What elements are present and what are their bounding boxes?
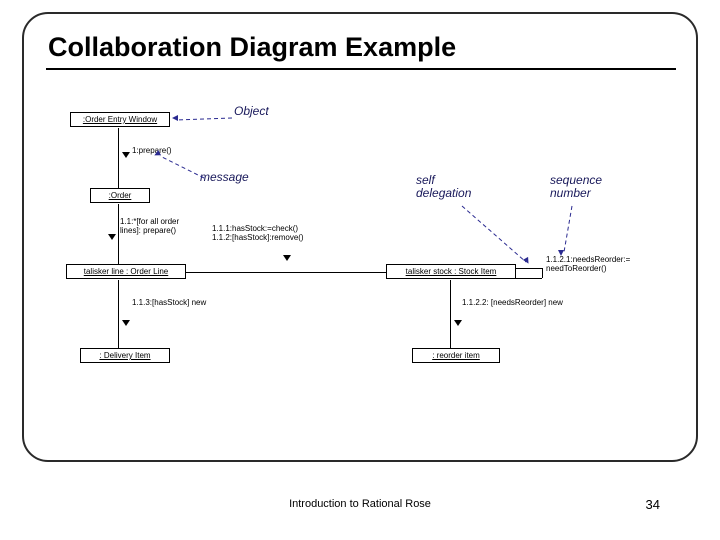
link-reorder — [450, 280, 451, 348]
link-delivery — [118, 280, 119, 348]
object-reorder-item: : reorder item — [412, 348, 500, 363]
arrowhead-reorder — [454, 320, 462, 326]
dashed-arrow-selfdel — [460, 204, 530, 264]
msg-new-reorder: 1.1.2.2: [needsReorder] new — [462, 298, 563, 307]
callout-object: Object — [234, 104, 269, 118]
self-loop-bottom — [516, 278, 542, 279]
msg-needs-reorder: 1.1.2.1:needsReorder:= needToReorder() — [546, 256, 630, 274]
object-delivery-item: : Delivery Item — [80, 348, 170, 363]
link-prepare — [118, 128, 119, 188]
footer-text: Introduction to Rational Rose — [0, 498, 720, 510]
msg-forall: 1.1:*[for all order lines]: prepare() — [120, 218, 179, 236]
callout-sequence-number: sequence number — [550, 174, 602, 200]
object-stock-item: talisker stock : Stock Item — [386, 264, 516, 279]
self-loop-top — [516, 268, 542, 269]
callout-message: message — [200, 170, 249, 184]
callout-self-delegation: self delegation — [416, 174, 471, 200]
object-order-line: talisker line : Order Line — [66, 264, 186, 279]
msg-check-remove: 1.1.1:hasStock:=check() 1.1.2:[hasStock]… — [212, 224, 304, 242]
dashed-arrow-message — [156, 154, 206, 180]
msg-new-delivery: 1.1.3:[hasStock] new — [132, 298, 206, 307]
dashed-arrow-object — [172, 116, 232, 124]
object-order: :Order — [90, 188, 150, 203]
page-number: 34 — [646, 497, 660, 512]
self-loop-right — [542, 268, 543, 278]
arrowhead-seqnum — [558, 250, 564, 256]
dashed-arrow-seqnum — [562, 204, 582, 254]
collaboration-diagram: :Order Entry Window Object 1:prepare() m… — [60, 98, 660, 428]
link-check-remove — [186, 272, 386, 273]
object-order-entry-window: :Order Entry Window — [70, 112, 170, 127]
arrowhead-object — [172, 115, 178, 121]
slide-title: Collaboration Diagram Example — [48, 32, 456, 63]
arrowhead-prepare — [122, 152, 130, 158]
link-forall — [118, 204, 119, 264]
arrowhead-forall — [108, 234, 116, 240]
arrowhead-delivery — [122, 320, 130, 326]
arrowhead-check — [283, 255, 291, 261]
title-underline — [46, 68, 676, 70]
